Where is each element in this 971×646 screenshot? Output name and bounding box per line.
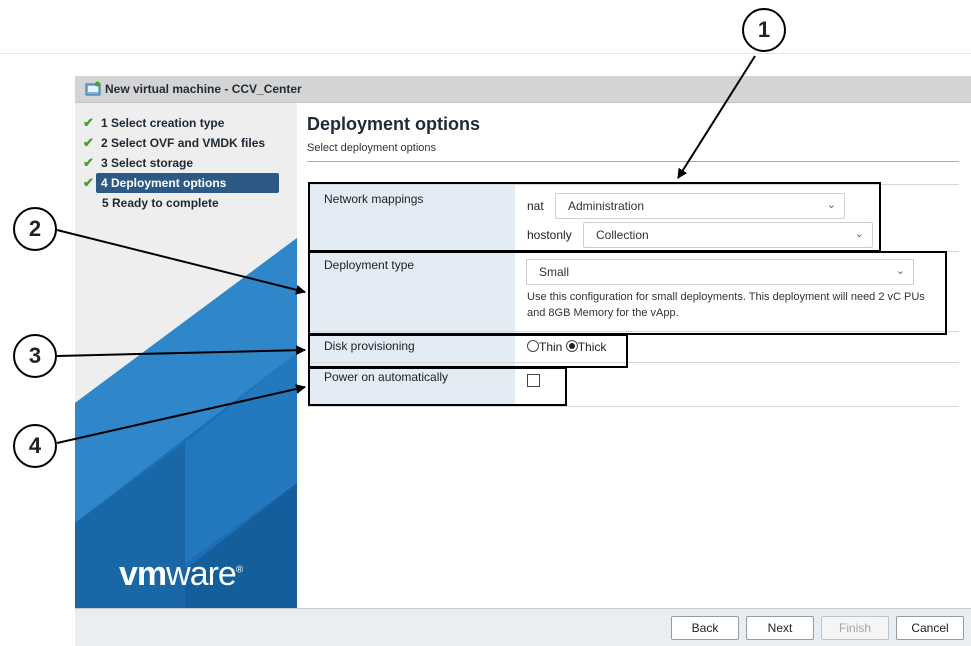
callout-2: 2 [13,207,57,251]
annotation-arrows [56,55,756,444]
callout-4: 4 [13,424,57,468]
callout-3: 3 [13,334,57,378]
callout-1: 1 [742,8,786,52]
